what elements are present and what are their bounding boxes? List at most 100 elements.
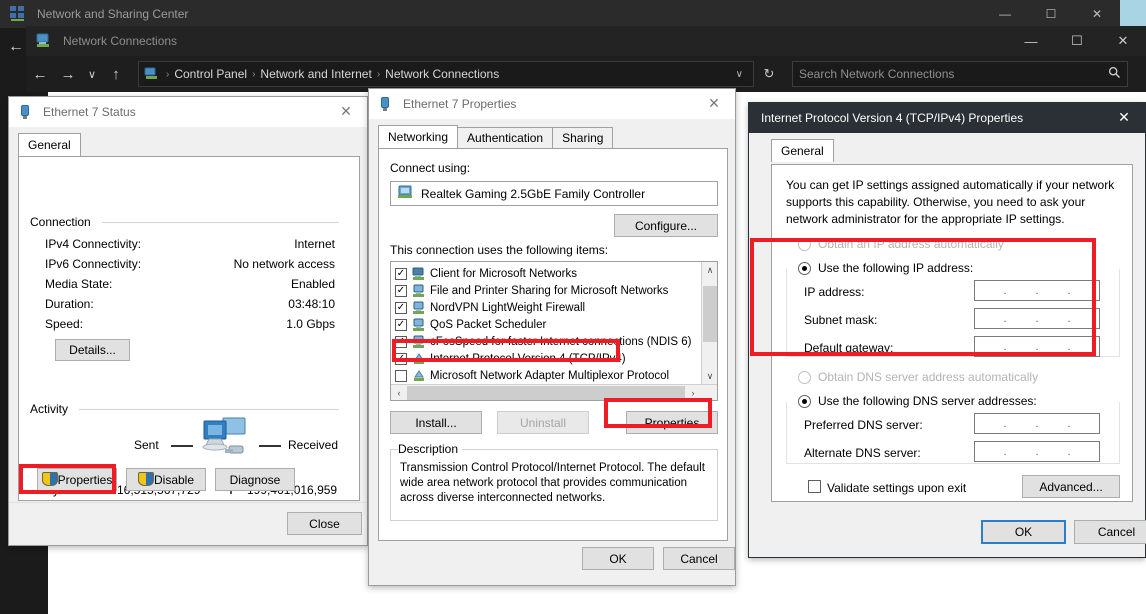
- activity-group-label: Activity: [30, 402, 73, 416]
- items-vertical-scrollbar[interactable]: ∧ ∨: [701, 262, 717, 384]
- address-bar[interactable]: › Control Panel › Network and Internet ›…: [138, 61, 754, 87]
- tab-sharing[interactable]: Sharing: [552, 127, 614, 148]
- ethernet-properties-dialog: Ethernet 7 Properties ✕ Networking Authe…: [368, 88, 736, 586]
- subnet-mask-label: Subnet mask:: [804, 313, 878, 327]
- item-checkbox[interactable]: ✓: [395, 352, 407, 365]
- item-checkbox[interactable]: ✓: [395, 318, 407, 331]
- adapter-name: Realtek Gaming 2.5GbE Family Controller: [421, 186, 646, 201]
- status-properties-button[interactable]: Properties: [37, 468, 117, 491]
- media-state-label: Media State:: [45, 277, 113, 291]
- list-item[interactable]: ✓ QoS Packet Scheduler: [391, 316, 701, 333]
- nsc-minimize-button[interactable]: —: [982, 0, 1028, 28]
- horizontal-scroll-thumb[interactable]: [407, 385, 685, 400]
- search-input[interactable]: Search Network Connections: [799, 67, 1108, 81]
- install-button[interactable]: Install...: [390, 411, 482, 434]
- preferred-dns-input[interactable]: . . .: [974, 413, 1100, 434]
- list-item[interactable]: ✓ cFosSpeed for faster Internet connecti…: [391, 333, 701, 350]
- item-checkbox[interactable]: ✓: [395, 301, 407, 314]
- subnet-mask-input[interactable]: . . .: [974, 308, 1100, 329]
- breadcrumb-sep-2: ›: [376, 68, 381, 80]
- tab-authentication[interactable]: Authentication: [457, 127, 554, 148]
- scroll-left-icon[interactable]: ‹: [391, 385, 407, 401]
- tcpip-ok-button[interactable]: OK: [981, 520, 1066, 544]
- tcpip-tab-panel: You can get IP settings assigned automat…: [771, 164, 1133, 502]
- protocol-icon: [412, 352, 426, 366]
- item-label: Microsoft Network Adapter Multiplexor Pr…: [430, 369, 670, 382]
- recent-locations-button[interactable]: ∨: [82, 60, 102, 88]
- back-button[interactable]: ←: [26, 60, 54, 88]
- up-button[interactable]: ↑: [102, 60, 130, 88]
- list-item[interactable]: ✓ File and Printer Sharing for Microsoft…: [391, 282, 701, 299]
- forward-button[interactable]: →: [54, 60, 82, 88]
- refresh-button[interactable]: ↻: [756, 61, 782, 87]
- connect-using-label: Connect using:: [390, 161, 471, 175]
- items-horizontal-scrollbar[interactable]: ‹ ›: [391, 384, 717, 400]
- list-item[interactable]: Microsoft Network Adapter Multiplexor Pr…: [391, 367, 701, 384]
- tab-general[interactable]: General: [18, 133, 81, 156]
- nc-minimize-button[interactable]: —: [1008, 26, 1054, 56]
- list-item[interactable]: ✓ Client for Microsoft Networks: [391, 265, 701, 282]
- properties-dialog-close-icon[interactable]: ✕: [693, 89, 735, 119]
- speed-label: Speed:: [45, 317, 84, 331]
- ipv4-label: IPv4 Connectivity:: [45, 237, 142, 251]
- nsc-back-arrow-icon[interactable]: ←: [8, 38, 24, 56]
- item-label: File and Printer Sharing for Microsoft N…: [430, 284, 669, 297]
- scroll-up-icon[interactable]: ∧: [702, 262, 717, 278]
- received-label: Received: [288, 438, 339, 452]
- search-box[interactable]: Search Network Connections: [792, 61, 1128, 87]
- network-sharing-icon: [9, 5, 27, 23]
- network-items-listbox[interactable]: ✓ Client for Microsoft Networks ✓ File a…: [390, 261, 718, 401]
- breadcrumb-network-connections[interactable]: Network Connections: [382, 67, 502, 81]
- advanced-button[interactable]: Advanced...: [1022, 475, 1120, 498]
- nc-titlebar: Network Connections — ☐ ✕: [26, 26, 1146, 56]
- tcpip-cancel-button[interactable]: Cancel: [1074, 520, 1146, 544]
- details-button[interactable]: Details...: [55, 339, 130, 361]
- properties-cancel-button[interactable]: Cancel: [663, 547, 735, 570]
- uninstall-button: Uninstall: [497, 411, 589, 434]
- configure-button[interactable]: Configure...: [614, 214, 718, 237]
- item-checkbox[interactable]: ✓: [395, 335, 407, 348]
- properties-ok-button[interactable]: OK: [582, 547, 654, 570]
- default-gateway-input[interactable]: . . .: [974, 336, 1100, 357]
- status-close-button[interactable]: Close: [287, 512, 362, 535]
- diagnose-button[interactable]: Diagnose: [215, 468, 295, 491]
- item-label: cFosSpeed for faster Internet connection…: [430, 335, 692, 348]
- shield-icon: [41, 472, 58, 487]
- screen: Network and Sharing Center — ☐ ✕ ← Netwo…: [0, 0, 1146, 614]
- status-tabstrip: General: [18, 133, 367, 156]
- list-item[interactable]: ✓ Internet Protocol Version 4 (TCP/IPv4): [391, 350, 701, 367]
- status-dialog-close-icon[interactable]: ✕: [325, 97, 367, 127]
- breadcrumb-control-panel[interactable]: Control Panel: [171, 67, 250, 81]
- list-item[interactable]: ✓ NordVPN LightWeight Firewall: [391, 299, 701, 316]
- nsc-close-button[interactable]: ✕: [1074, 0, 1120, 28]
- disable-label: Disable: [153, 472, 195, 487]
- item-checkbox[interactable]: ✓: [395, 267, 407, 280]
- tab-networking[interactable]: Networking: [378, 125, 459, 148]
- scroll-down-icon[interactable]: ∨: [702, 368, 717, 384]
- validate-settings-checkbox[interactable]: [808, 480, 821, 493]
- item-properties-button[interactable]: Properties: [626, 411, 718, 434]
- ip-dot: .: [1067, 312, 1071, 325]
- alternate-dns-input[interactable]: . . .: [974, 441, 1100, 462]
- nc-maximize-button[interactable]: ☐: [1054, 26, 1100, 56]
- chevron-down-icon[interactable]: ∨: [736, 69, 751, 80]
- ip-address-input[interactable]: . . .: [974, 280, 1100, 301]
- network-adapter-icon: [397, 185, 414, 202]
- item-checkbox[interactable]: [395, 369, 407, 382]
- nc-close-button[interactable]: ✕: [1100, 26, 1146, 56]
- item-checkbox[interactable]: ✓: [395, 284, 407, 297]
- nsc-window-controls: — ☐ ✕: [982, 0, 1120, 28]
- breadcrumb-network-and-internet[interactable]: Network and Internet: [257, 67, 374, 81]
- scroll-right-icon[interactable]: ›: [685, 385, 701, 401]
- disable-button[interactable]: Disable: [126, 468, 206, 491]
- ip-dot: .: [1067, 417, 1071, 430]
- nsc-maximize-button[interactable]: ☐: [1028, 0, 1074, 28]
- vertical-scroll-thumb[interactable]: [703, 286, 717, 342]
- status-properties-label: Properties: [57, 472, 113, 487]
- tab-general[interactable]: General: [771, 139, 834, 162]
- tcpip-dialog-close-icon[interactable]: ✕: [1103, 103, 1145, 133]
- obtain-ip-radio[interactable]: [798, 238, 811, 251]
- obtain-dns-radio[interactable]: [798, 371, 811, 384]
- adapter-field[interactable]: Realtek Gaming 2.5GbE Family Controller: [390, 181, 718, 206]
- ip-dot: .: [1067, 445, 1071, 458]
